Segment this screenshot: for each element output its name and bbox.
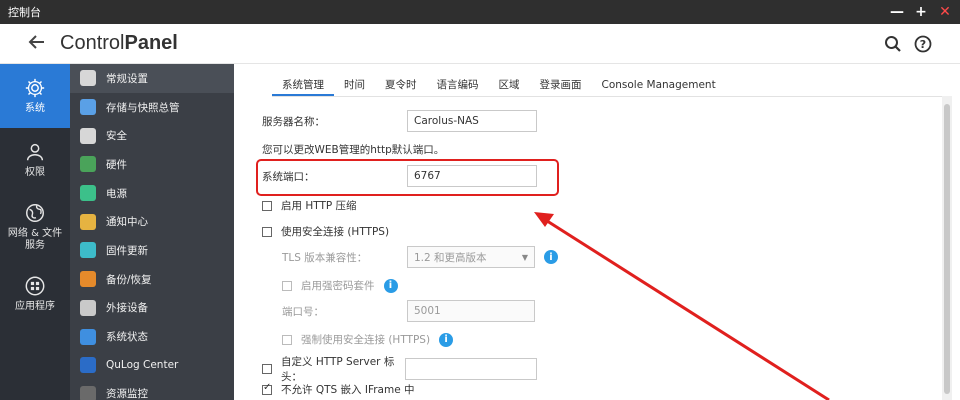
settings-content: 系统管理 时间 夏令时 语言编码 区域 登录画面 Console Managem… bbox=[234, 64, 960, 400]
subnav-item[interactable]: 硬件 bbox=[70, 150, 234, 179]
notification-icon bbox=[80, 213, 96, 230]
nav-label: 系统 bbox=[25, 103, 45, 114]
subnav-item[interactable]: 常规设置 bbox=[70, 64, 234, 93]
general-settings-icon bbox=[80, 70, 96, 87]
backup-icon bbox=[80, 271, 96, 288]
subnav-item[interactable]: 外接设备 bbox=[70, 294, 234, 323]
subnav-item[interactable]: 安全 bbox=[70, 121, 234, 150]
close-button[interactable]: ✕ bbox=[938, 4, 952, 20]
subnav-item-label: 固件更新 bbox=[106, 244, 148, 257]
app-title-bold: Panel bbox=[124, 32, 178, 54]
nav-item-privilege[interactable]: 权限 bbox=[0, 128, 70, 192]
svg-text:?: ? bbox=[920, 38, 926, 51]
annotation-arrow bbox=[534, 212, 830, 400]
subnav-item-label: 系统状态 bbox=[106, 331, 148, 344]
resource-monitor-icon bbox=[80, 385, 96, 400]
back-arrow-icon[interactable] bbox=[28, 32, 46, 56]
subnav-item[interactable]: 系统状态 bbox=[70, 322, 234, 351]
hardware-icon bbox=[80, 156, 96, 173]
subnav-item[interactable]: 固件更新 bbox=[70, 236, 234, 265]
apps-icon bbox=[25, 276, 45, 296]
subnav-item[interactable]: 电源 bbox=[70, 179, 234, 208]
external-device-icon bbox=[80, 299, 96, 316]
nav-label: 权限 bbox=[25, 167, 45, 178]
subnav-item-label: 常规设置 bbox=[106, 72, 148, 85]
nav-label: 应用程序 bbox=[15, 301, 55, 312]
firmware-icon bbox=[80, 242, 96, 259]
nav-item-apps[interactable]: 应用程序 bbox=[0, 262, 70, 326]
storage-icon bbox=[80, 99, 96, 116]
window-controls: — + ✕ bbox=[890, 4, 952, 20]
app-title: ControlPanel bbox=[60, 32, 178, 55]
help-icon[interactable]: ? bbox=[914, 35, 932, 53]
subnav-item-label: 资源监控 bbox=[106, 388, 148, 400]
maximize-button[interactable]: + bbox=[914, 4, 928, 20]
subnav-item-label: 备份/恢复 bbox=[106, 273, 152, 286]
main-nav: 系统 权限 网络 & 文件 服务 应用程序 bbox=[0, 64, 70, 400]
subnav-item-label: 存储与快照总管 bbox=[106, 101, 180, 114]
subnav-item-label: QuLog Center bbox=[106, 359, 179, 372]
system-status-icon bbox=[80, 328, 96, 345]
subnav-item[interactable]: 通知中心 bbox=[70, 207, 234, 236]
nav-item-system[interactable]: 系统 bbox=[0, 64, 70, 128]
subnav-item[interactable]: 备份/恢复 bbox=[70, 265, 234, 294]
sub-nav: 常规设置存储与快照总管 安全硬件电源通知中心固件更新备份/恢复外接设备系统状态 Qu… bbox=[70, 64, 234, 400]
minimize-button[interactable]: — bbox=[890, 4, 904, 20]
header-actions: ? bbox=[884, 35, 932, 53]
globe-icon bbox=[26, 204, 44, 222]
subnav-item-label: 外接设备 bbox=[106, 302, 148, 315]
subnav-item[interactable]: QuLog Center bbox=[70, 351, 234, 380]
nav-label: 网络 & 文件 服务 bbox=[7, 228, 63, 251]
app-header: ControlPanel ? bbox=[0, 24, 960, 64]
subnav-item-label: 通知中心 bbox=[106, 216, 148, 229]
window-titlebar: 控制台 — + ✕ bbox=[0, 0, 960, 24]
nav-item-network[interactable]: 网络 & 文件 服务 bbox=[0, 192, 70, 262]
window-title: 控制台 bbox=[8, 6, 41, 19]
subnav-item-label: 硬件 bbox=[106, 158, 127, 171]
subnav-item[interactable]: 资源监控 bbox=[70, 380, 234, 400]
lock-icon bbox=[80, 127, 96, 144]
power-icon bbox=[80, 185, 96, 202]
qulog-icon bbox=[80, 357, 96, 374]
subnav-item[interactable]: 存储与快照总管 bbox=[70, 93, 234, 122]
search-icon[interactable] bbox=[884, 35, 902, 53]
subnav-item-label: 安全 bbox=[106, 130, 127, 143]
app-title-light: Control bbox=[60, 32, 125, 54]
user-icon bbox=[26, 143, 44, 161]
subnav-item-label: 电源 bbox=[106, 187, 127, 200]
gear-icon bbox=[25, 78, 45, 98]
